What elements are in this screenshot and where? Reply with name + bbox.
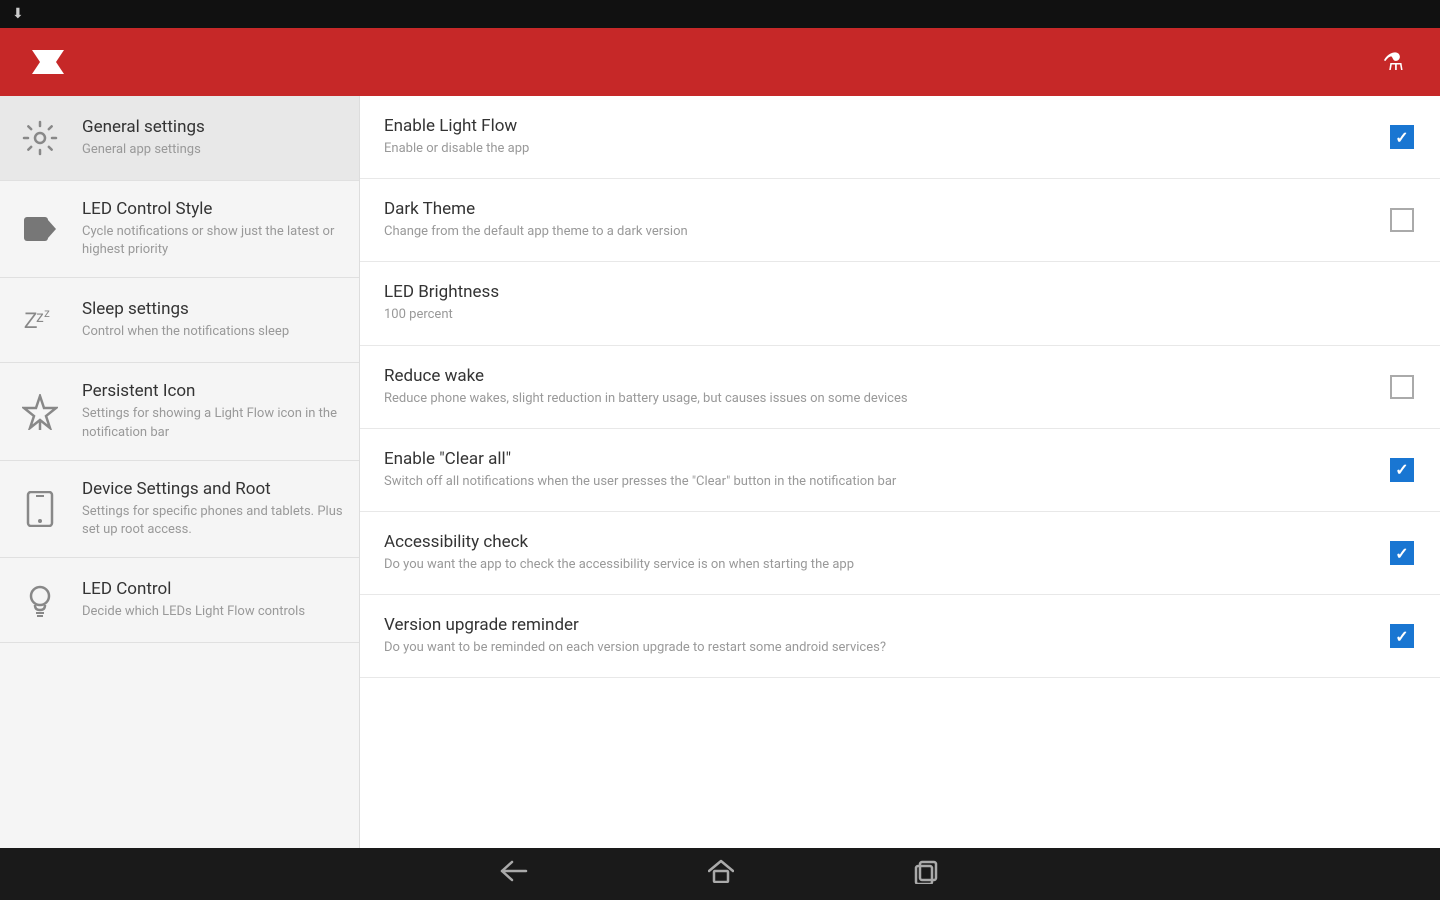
gear-icon xyxy=(16,114,64,162)
setting-desc-enable-light-flow: Enable or disable the app xyxy=(384,140,1368,158)
sidebar-item-desc-led-control: Decide which LEDs Light Flow controls xyxy=(82,603,343,621)
setting-text-accessibility-check: Accessibility check Do you want the app … xyxy=(384,532,1368,574)
setting-text-reduce-wake: Reduce wake Reduce phone wakes, slight r… xyxy=(384,366,1368,408)
setting-desc-dark-theme: Change from the default app theme to a d… xyxy=(384,223,1368,241)
sidebar-item-title-led-control-style: LED Control Style xyxy=(82,199,343,219)
setting-title-version-upgrade-reminder: Version upgrade reminder xyxy=(384,615,1368,635)
checkmark-enable-clear-all: ✓ xyxy=(1395,460,1408,479)
sidebar-item-desc-persistent-icon: Settings for showing a Light Flow icon i… xyxy=(82,405,343,441)
status-bar-content: ⬇ xyxy=(12,6,30,22)
checkbox-enable-light-flow[interactable]: ✓ xyxy=(1388,123,1416,151)
sleep-icon: Zzz xyxy=(16,296,64,344)
setting-row-accessibility-check[interactable]: Accessibility check Do you want the app … xyxy=(360,512,1440,595)
sidebar-item-desc-led-control-style: Cycle notifications or show just the lat… xyxy=(82,223,343,259)
checkbox-enable-clear-all[interactable]: ✓ xyxy=(1388,456,1416,484)
checkbox-checked-enable-clear-all: ✓ xyxy=(1390,458,1414,482)
setting-row-enable-light-flow[interactable]: Enable Light Flow Enable or disable the … xyxy=(360,96,1440,179)
setting-title-enable-clear-all: Enable "Clear all" xyxy=(384,449,1368,469)
setting-title-dark-theme: Dark Theme xyxy=(384,199,1368,219)
sidebar-item-text-sleep-settings: Sleep settings Control when the notifica… xyxy=(82,299,343,341)
setting-control-enable-light-flow[interactable]: ✓ xyxy=(1388,123,1416,151)
setting-title-accessibility-check: Accessibility check xyxy=(384,532,1368,552)
sidebar-item-text-led-control: LED Control Decide which LEDs Light Flow… xyxy=(82,579,343,621)
sidebar-item-title-device-settings: Device Settings and Root xyxy=(82,479,343,499)
sidebar-item-desc-general: General app settings xyxy=(82,141,343,159)
setting-control-accessibility-check[interactable]: ✓ xyxy=(1388,539,1416,567)
sidebar-item-desc-sleep-settings: Control when the notifications sleep xyxy=(82,323,343,341)
setting-desc-led-brightness: 100 percent xyxy=(384,306,1396,324)
setting-title-led-brightness: LED Brightness xyxy=(384,282,1396,302)
sidebar-item-text-persistent-icon: Persistent Icon Settings for showing a L… xyxy=(82,381,343,441)
sidebar-item-text-general: General settings General app settings xyxy=(82,117,343,159)
phone-icon xyxy=(16,485,64,533)
recent-apps-icon[interactable] xyxy=(914,860,940,889)
sidebar-item-device-settings[interactable]: Device Settings and Root Settings for sp… xyxy=(0,461,359,558)
back-icon[interactable] xyxy=(500,859,528,889)
setting-row-reduce-wake[interactable]: Reduce wake Reduce phone wakes, slight r… xyxy=(360,346,1440,429)
sidebar-item-general[interactable]: General settings General app settings xyxy=(0,96,359,181)
status-bar: ⬇ xyxy=(0,0,1440,28)
download-icon: ⬇ xyxy=(12,6,24,22)
sidebar-item-sleep-settings[interactable]: Zzz Sleep settings Control when the noti… xyxy=(0,278,359,363)
setting-text-led-brightness: LED Brightness 100 percent xyxy=(384,282,1396,324)
checkbox-unchecked-dark-theme xyxy=(1390,208,1414,232)
home-icon[interactable] xyxy=(708,859,734,889)
sidebar-item-title-sleep-settings: Sleep settings xyxy=(82,299,343,319)
setting-row-dark-theme[interactable]: Dark Theme Change from the default app t… xyxy=(360,179,1440,262)
sidebar-item-text-led-control-style: LED Control Style Cycle notifications or… xyxy=(82,199,343,259)
setting-control-reduce-wake[interactable] xyxy=(1388,373,1416,401)
setting-desc-version-upgrade-reminder: Do you want to be reminded on each versi… xyxy=(384,639,1368,657)
checkmark-accessibility-check: ✓ xyxy=(1395,544,1408,563)
checkbox-version-upgrade-reminder[interactable]: ✓ xyxy=(1388,622,1416,650)
setting-title-enable-light-flow: Enable Light Flow xyxy=(384,116,1368,136)
svg-text:z: z xyxy=(36,309,44,326)
checkbox-checked-accessibility-check: ✓ xyxy=(1390,541,1414,565)
sidebar-item-desc-device-settings: Settings for specific phones and tablets… xyxy=(82,503,343,539)
sidebar: General settings General app settings LE… xyxy=(0,96,360,848)
setting-row-led-brightness[interactable]: LED Brightness 100 percent xyxy=(360,262,1440,345)
bulb-icon xyxy=(16,576,64,624)
sidebar-item-text-device-settings: Device Settings and Root Settings for sp… xyxy=(82,479,343,539)
sidebar-item-title-led-control: LED Control xyxy=(82,579,343,599)
checkmark-version-upgrade-reminder: ✓ xyxy=(1395,627,1408,646)
labs-icon[interactable]: ⚗ xyxy=(1382,48,1404,76)
setting-desc-accessibility-check: Do you want the app to check the accessi… xyxy=(384,556,1368,574)
setting-control-version-upgrade-reminder[interactable]: ✓ xyxy=(1388,622,1416,650)
sidebar-item-persistent-icon[interactable]: Persistent Icon Settings for showing a L… xyxy=(0,363,359,460)
content-area: Enable Light Flow Enable or disable the … xyxy=(360,96,1440,848)
app-bar: ⚗ xyxy=(0,28,1440,96)
checkbox-reduce-wake[interactable] xyxy=(1388,373,1416,401)
setting-desc-enable-clear-all: Switch off all notifications when the us… xyxy=(384,473,1368,491)
app-bar-actions: ⚗ xyxy=(1382,48,1424,76)
sidebar-item-title-persistent-icon: Persistent Icon xyxy=(82,381,343,401)
checkbox-dark-theme[interactable] xyxy=(1388,206,1416,234)
app-logo xyxy=(28,42,80,82)
setting-row-enable-clear-all[interactable]: Enable "Clear all" Switch off all notifi… xyxy=(360,429,1440,512)
sidebar-item-title-general: General settings xyxy=(82,117,343,137)
svg-text:z: z xyxy=(44,306,50,320)
setting-control-enable-clear-all[interactable]: ✓ xyxy=(1388,456,1416,484)
main-layout: General settings General app settings LE… xyxy=(0,96,1440,848)
setting-control-dark-theme[interactable] xyxy=(1388,206,1416,234)
checkbox-checked-version-upgrade-reminder: ✓ xyxy=(1390,624,1414,648)
checkmark-enable-light-flow: ✓ xyxy=(1395,128,1408,147)
app-logo-icon xyxy=(28,42,68,82)
checkbox-unchecked-reduce-wake xyxy=(1390,375,1414,399)
setting-text-dark-theme: Dark Theme Change from the default app t… xyxy=(384,199,1368,241)
bottom-nav xyxy=(0,848,1440,900)
setting-text-enable-clear-all: Enable "Clear all" Switch off all notifi… xyxy=(384,449,1368,491)
arrow-icon xyxy=(16,205,64,253)
setting-row-version-upgrade-reminder[interactable]: Version upgrade reminder Do you want to … xyxy=(360,595,1440,678)
setting-desc-reduce-wake: Reduce phone wakes, slight reduction in … xyxy=(384,390,1368,408)
setting-title-reduce-wake: Reduce wake xyxy=(384,366,1368,386)
checkbox-checked-enable-light-flow: ✓ xyxy=(1390,125,1414,149)
checkbox-accessibility-check[interactable]: ✓ xyxy=(1388,539,1416,567)
sidebar-item-led-control-style[interactable]: LED Control Style Cycle notifications or… xyxy=(0,181,359,278)
setting-text-enable-light-flow: Enable Light Flow Enable or disable the … xyxy=(384,116,1368,158)
sidebar-item-led-control[interactable]: LED Control Decide which LEDs Light Flow… xyxy=(0,558,359,643)
pin-icon xyxy=(16,388,64,436)
setting-text-version-upgrade-reminder: Version upgrade reminder Do you want to … xyxy=(384,615,1368,657)
